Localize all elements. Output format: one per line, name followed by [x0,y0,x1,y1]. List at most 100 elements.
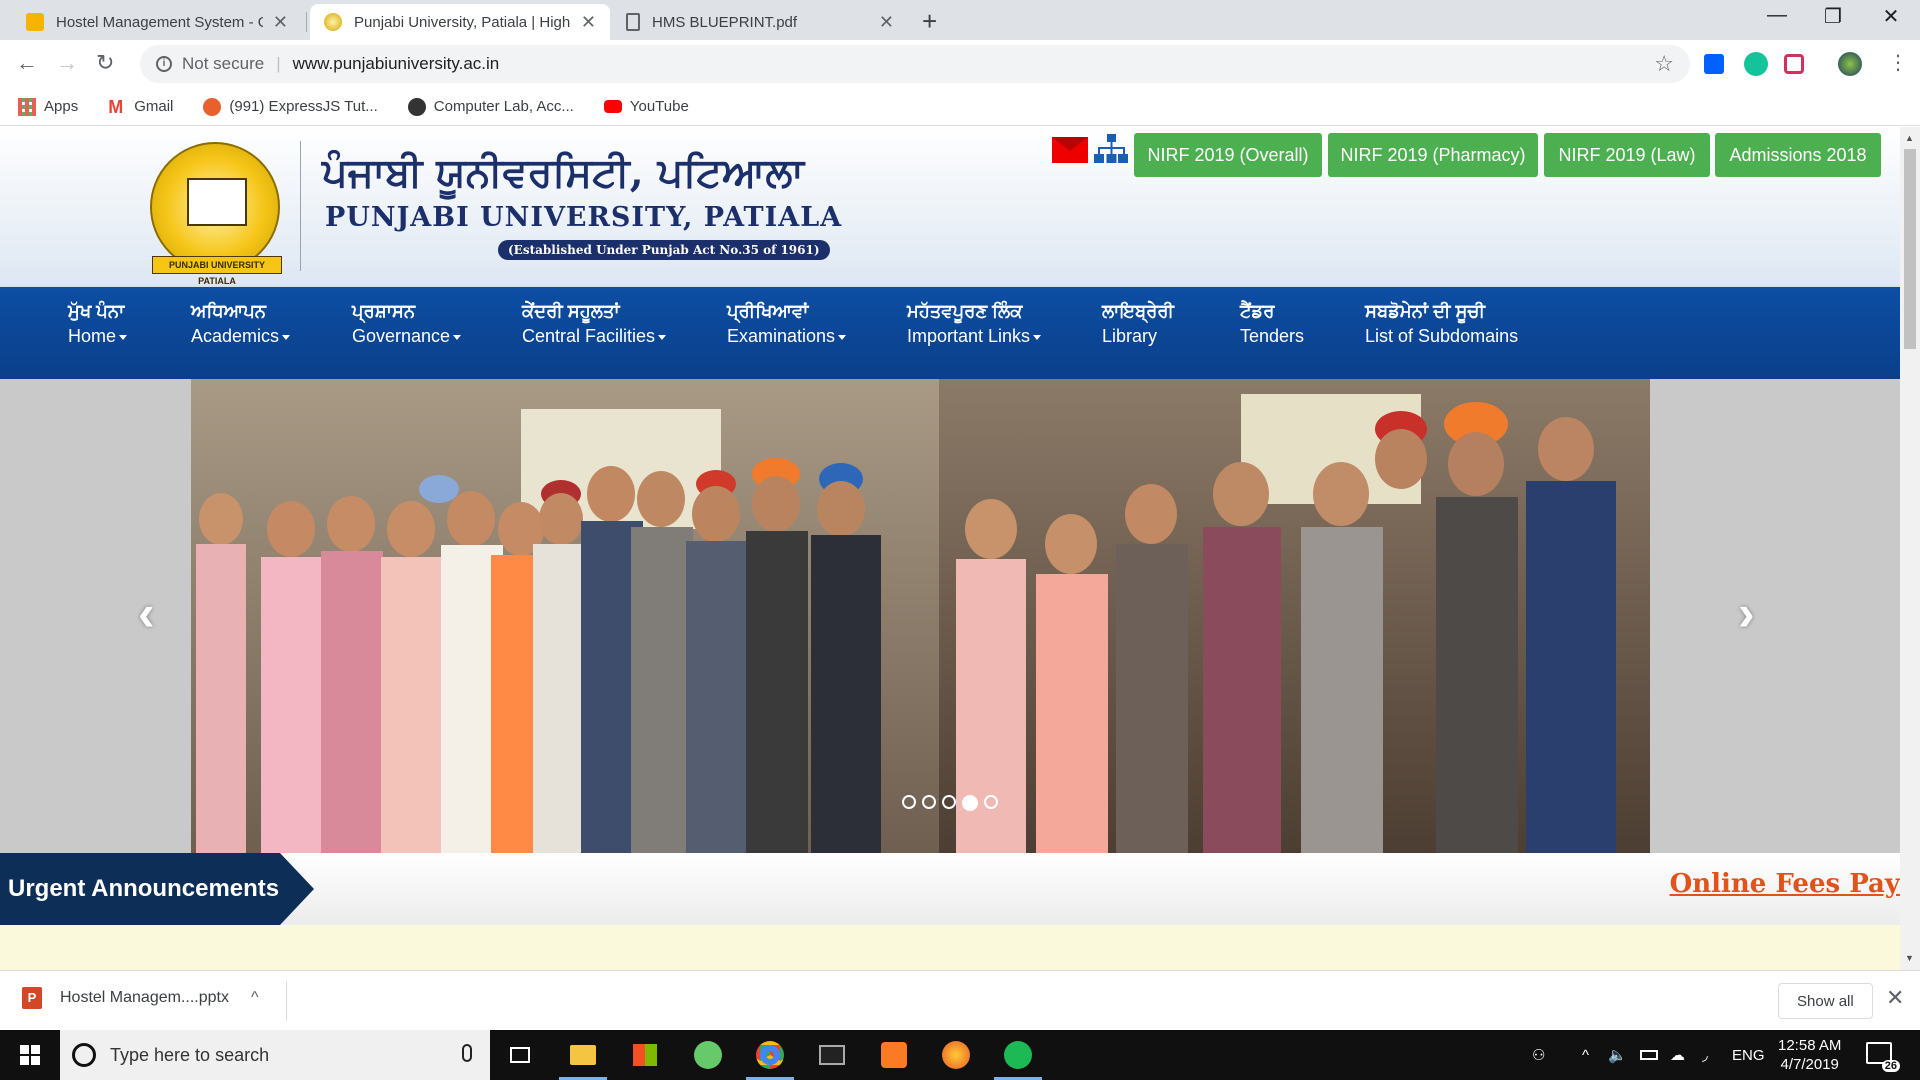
url-text[interactable]: www.punjabiuniversity.ac.in [293,54,500,74]
nav-examinations[interactable]: ਪ੍ਰੀਖਿਆਵਾਂ Examinations [727,301,847,347]
slider-dot[interactable] [902,795,916,809]
close-window-button[interactable]: ✕ [1866,4,1916,29]
page-scrollbar[interactable]: ▲ ▼ [1900,127,1920,970]
nav-home[interactable]: ਮੁੱਖ ਪੰਨਾ Home [68,301,128,347]
ask-icon [203,97,222,116]
urgent-announcements-label: Urgent Announcements [0,853,314,925]
established-badge: (Established Under Punjab Act No.35 of 1… [498,240,830,260]
onedrive-cloud-icon[interactable]: ☁ [1670,1030,1685,1080]
nav-subdomains[interactable]: ਸਬਡੋਮੇਨਾਂ ਦੀ ਸੂਚੀ List of Subdomains [1365,301,1518,347]
nav-governance[interactable]: ਪ੍ਰਸ਼ਾਸਨ Governance [352,301,462,347]
atom-editor-icon[interactable] [680,1030,736,1080]
forward-button[interactable]: → [56,50,78,76]
bookmark-expressjs[interactable]: (991) ExpressJS Tut... [203,97,378,116]
caret-down-icon [282,334,291,340]
slider-dot[interactable] [984,795,998,809]
system-clock[interactable]: 12:58 AM 4/7/2019 [1778,1036,1841,1074]
bookmarks-bar: Apps M Gmail (991) ExpressJS Tut... Comp… [0,88,1920,126]
download-separator [286,981,287,1021]
nirf-law-button[interactable]: NIRF 2019 (Law) [1544,133,1710,177]
minimize-button[interactable]: — [1752,4,1802,27]
battery-icon[interactable] [1640,1030,1658,1080]
computer-lab-icon [407,97,426,116]
volume-icon[interactable]: 🔈 [1608,1030,1627,1080]
university-name-punjabi: ਪੰਜਾਬੀ ਯੂਨੀਵਰਸਿਟੀ, ਪਟਿਆਲਾ [322,149,804,196]
close-download-bar-icon[interactable]: ✕ [1886,985,1904,1011]
grammarly-icon[interactable] [1744,52,1768,76]
admissions-button[interactable]: Admissions 2018 [1715,133,1881,177]
bookmark-label: Gmail [134,98,174,115]
close-tab-icon[interactable]: ✕ [879,12,894,33]
new-tab-button[interactable]: + [922,6,937,37]
taskbar-search-box[interactable]: Type here to search [60,1030,490,1080]
clock-time: 12:58 AM [1778,1037,1842,1054]
nirf-pharmacy-button[interactable]: NIRF 2019 (Pharmacy) [1328,133,1538,177]
tab-punjabi-university[interactable]: Punjabi University, Patiala | Highe ✕ [310,4,610,40]
bookmark-gmail[interactable]: M Gmail [108,98,173,116]
slider-dot[interactable] [942,795,956,809]
language-indicator[interactable]: ENG [1732,1030,1765,1080]
nav-important-links[interactable]: ਮਹੱਤਵਪੂਰਣ ਲਿੰਕ Important Links [907,301,1042,347]
nav-label-english: Tenders [1240,326,1305,346]
action-center-icon[interactable]: 26 [1866,1042,1900,1072]
nav-label-punjabi: ਟੈਂਡਰ [1240,301,1275,321]
microphone-icon[interactable] [462,1044,472,1062]
show-all-downloads-button[interactable]: Show all [1778,983,1873,1019]
online-fees-pay-link[interactable]: Online Fees Pay [1670,869,1900,899]
mail-icon[interactable] [1052,137,1088,163]
omnibox-divider: | [276,54,281,73]
address-bar[interactable]: i Not secure | www.punjabiuniversity.ac.… [140,45,1690,83]
xampp-icon[interactable] [866,1030,922,1080]
sitemap-icon[interactable] [1094,133,1128,165]
tab-title: Hostel Management System - Go [56,13,263,31]
spotify-icon[interactable] [990,1030,1046,1080]
nav-label-english: Central Facilities [522,326,656,346]
clock-date: 4/7/2019 [1780,1056,1839,1073]
show-hidden-icons-chevron-icon[interactable]: ^ [1582,1030,1589,1080]
bookmark-youtube[interactable]: YouTube [603,98,689,115]
slider-dot-active[interactable] [962,795,978,811]
slider-prev-arrow[interactable]: ‹ [138,584,155,642]
tab-strip: Hostel Management System - Go ✕ Punjabi … [0,0,1920,40]
restore-button[interactable]: ❐ [1808,4,1858,29]
pocket-icon[interactable] [1784,54,1804,74]
scroll-up-arrow-icon[interactable]: ▲ [1905,133,1914,143]
nav-tenders[interactable]: ਟੈਂਡਰ Tenders [1240,301,1304,347]
close-tab-icon[interactable]: ✕ [581,12,596,33]
nav-academics[interactable]: ਅਧਿਆਪਨ Academics [191,301,291,347]
slider-dot[interactable] [922,795,936,809]
reload-button[interactable]: ↻ [96,50,114,76]
terminal-icon[interactable] [804,1030,860,1080]
nav-central-facilities[interactable]: ਕੇਂਦਰੀ ਸਹੂਲਤਾਂ Central Facilities [522,301,667,347]
firefox-icon[interactable] [928,1030,984,1080]
chevron-up-icon[interactable]: ^ [251,989,259,1007]
back-button[interactable]: ← [16,50,38,76]
chrome-icon[interactable] [742,1030,798,1080]
nirf-overall-button[interactable]: NIRF 2019 (Overall) [1134,133,1322,177]
bookmark-computer-lab[interactable]: Computer Lab, Acc... [407,97,574,116]
dropbox-icon[interactable] [1704,54,1724,74]
scroll-down-arrow-icon[interactable]: ▼ [1905,953,1914,963]
gmail-icon: M [108,96,124,117]
task-view-icon[interactable] [492,1030,548,1080]
slider-next-arrow[interactable]: › [1738,584,1755,642]
download-item[interactable]: P Hostel Managem....pptx ^ [22,987,258,1009]
tab-hms-blueprint[interactable]: HMS BLUEPRINT.pdf ✕ [612,4,908,40]
info-icon[interactable]: i [156,56,172,72]
main-navigation: ਮੁੱਖ ਪੰਨਾ Home ਅਧਿਆਪਨ Academics ਪ੍ਰਸ਼ਾਸਨ… [0,287,1900,379]
caret-down-icon [119,334,128,340]
bookmark-apps[interactable]: Apps [18,97,78,116]
bookmark-star-icon[interactable]: ☆ [1654,51,1674,77]
scrollbar-thumb[interactable] [1904,149,1916,349]
close-tab-icon[interactable]: ✕ [273,12,288,33]
profile-avatar[interactable] [1838,52,1862,76]
microsoft-store-icon[interactable] [617,1030,673,1080]
menu-kebab-icon[interactable]: ⋮ [1888,50,1908,75]
wifi-icon[interactable]: ◞ [1702,1030,1708,1080]
tab-hostel-management[interactable]: Hostel Management System - Go ✕ [12,4,302,40]
file-explorer-icon[interactable] [555,1030,611,1080]
windows-start-icon[interactable] [20,1045,40,1065]
university-logo[interactable]: PUNJABI UNIVERSITY PATIALA [150,142,282,286]
nav-library[interactable]: ਲਾਇਬ੍ਰੇਰੀ Library [1102,301,1174,347]
people-icon[interactable]: ⚇ [1532,1030,1545,1080]
